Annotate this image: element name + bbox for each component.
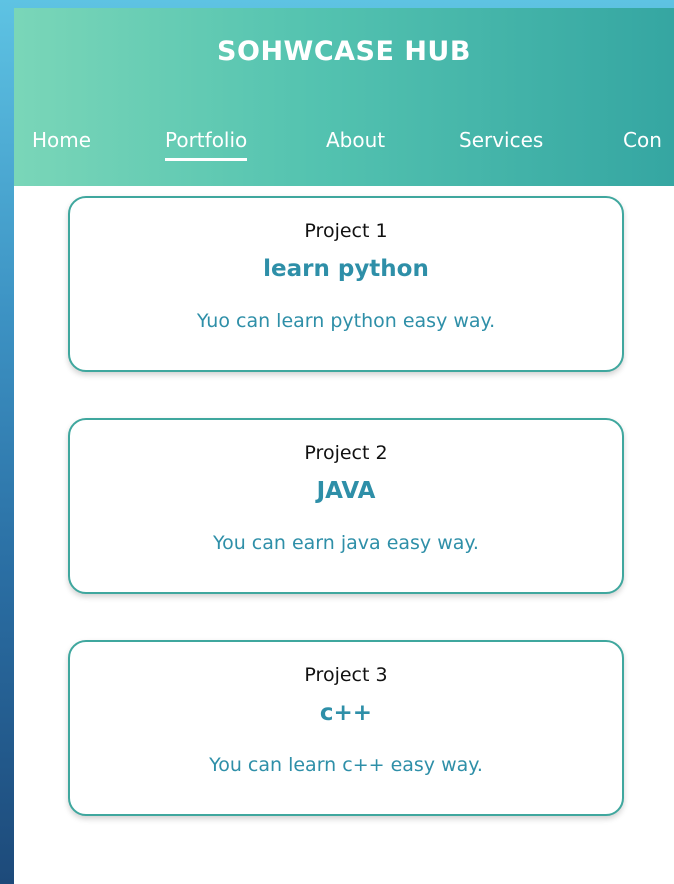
project-card[interactable]: Project 3 c++ You can learn c++ easy way…: [68, 640, 624, 816]
site-header: SOHWCASE HUB Home Portfolio About Servic…: [14, 8, 674, 186]
nav-item-services[interactable]: Services: [459, 128, 543, 158]
nav-item-about[interactable]: About: [326, 128, 385, 158]
nav-bar: Home Portfolio About Services Con: [14, 128, 674, 168]
project-description: You can earn java easy way.: [213, 532, 479, 554]
nav-item-contact[interactable]: Con: [623, 128, 662, 158]
project-card[interactable]: Project 2 JAVA You can earn java easy wa…: [68, 418, 624, 594]
project-title: c++: [319, 700, 373, 726]
site-title: SOHWCASE HUB: [217, 36, 471, 67]
project-description: Yuo can learn python easy way.: [196, 310, 496, 332]
project-label: Project 3: [304, 664, 388, 686]
project-card[interactable]: Project 1 learn python Yuo can learn pyt…: [68, 196, 624, 372]
project-label: Project 1: [304, 220, 388, 242]
project-description: You can learn c++ easy way.: [209, 754, 483, 776]
nav-item-portfolio[interactable]: Portfolio: [165, 128, 248, 161]
project-title: JAVA: [316, 478, 376, 504]
project-title: learn python: [263, 256, 429, 282]
nav-item-home[interactable]: Home: [32, 128, 91, 158]
page: SOHWCASE HUB Home Portfolio About Servic…: [14, 8, 674, 884]
project-label: Project 2: [304, 442, 388, 464]
